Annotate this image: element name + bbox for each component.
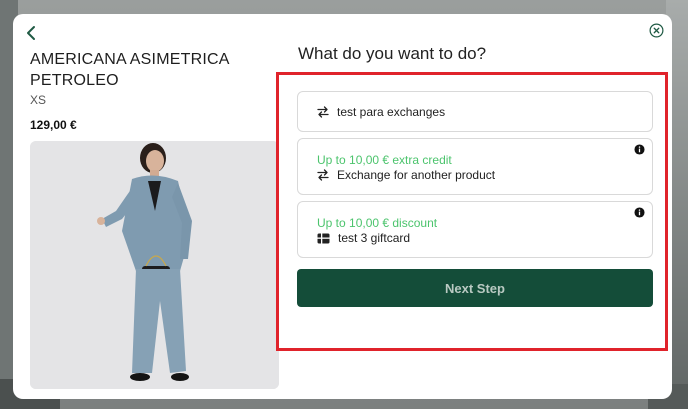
close-circle-icon[interactable] xyxy=(649,23,664,38)
panel-heading: What do you want to do? xyxy=(298,44,487,63)
option-test-para-exchanges[interactable]: test para exchanges xyxy=(297,91,653,132)
chevron-left-icon[interactable] xyxy=(23,24,41,42)
option-row: test para exchanges xyxy=(317,105,445,119)
option-row: Exchange for another product xyxy=(317,168,495,182)
product-size: XS xyxy=(30,93,47,107)
discount-text: Up to 10,00 € discount xyxy=(317,216,438,230)
option-label: test para exchanges xyxy=(337,105,446,119)
product-image xyxy=(30,141,279,389)
option-label: test 3 giftcard xyxy=(338,231,411,245)
option-label: Exchange for another product xyxy=(337,168,496,182)
product-price: 129,00 € xyxy=(30,118,77,132)
giftcard-icon xyxy=(317,233,330,243)
next-step-button[interactable]: Next Step xyxy=(297,269,653,307)
option-giftcard[interactable]: Up to 10,00 € discount test 3 giftcard xyxy=(297,201,653,258)
info-icon[interactable] xyxy=(634,207,645,218)
option-exchange-product[interactable]: Up to 10,00 € extra credit Exchange for … xyxy=(297,138,653,195)
option-row: test 3 giftcard xyxy=(317,231,410,245)
info-icon[interactable] xyxy=(634,144,645,155)
exchange-arrows-icon xyxy=(317,106,329,118)
exchange-arrows-icon xyxy=(317,169,329,181)
credit-text: Up to 10,00 € extra credit xyxy=(317,153,452,167)
model-figure-illustration xyxy=(30,141,279,389)
product-title: AMERICANA ASIMETRICA PETROLEO xyxy=(30,51,229,89)
return-options-modal: AMERICANA ASIMETRICA PETROLEO XS 129,00 … xyxy=(13,14,672,399)
